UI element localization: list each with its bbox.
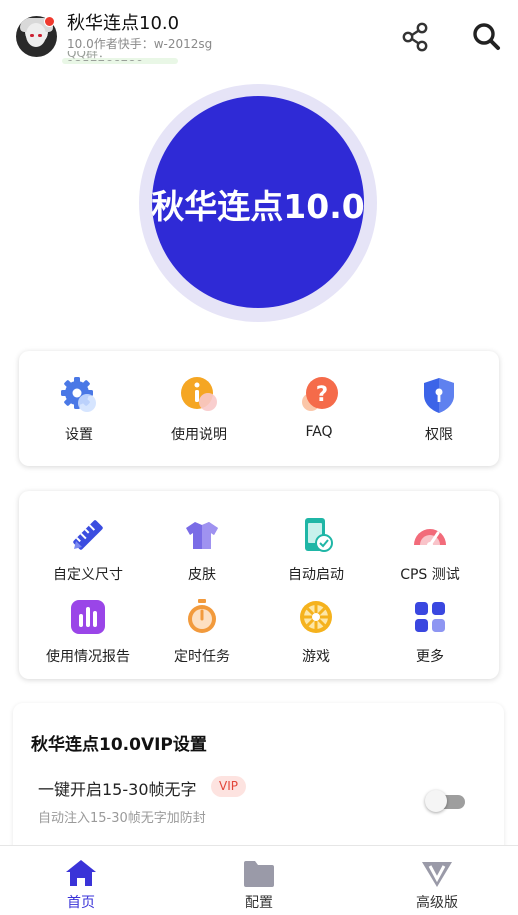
shield-icon xyxy=(424,378,454,413)
start-button-label: 秋华连点10.0 xyxy=(151,187,365,226)
search-icon xyxy=(473,23,500,50)
bar-chart-icon xyxy=(71,600,105,634)
author-info: 10.0作者快手：w-2012sg xyxy=(67,37,213,51)
stopwatch-icon xyxy=(188,599,216,633)
faq-label: FAQ xyxy=(305,424,333,440)
vip-settings-title: 秋华连点10.0VIP设置 xyxy=(31,735,207,755)
question-icon: ? xyxy=(302,377,338,411)
settings-item[interactable]: 设置 xyxy=(19,375,139,444)
vip-badge: VIP xyxy=(211,776,246,797)
more-label: 更多 xyxy=(416,649,444,665)
quick-menu-card: 设置 使用说明 ? FAQ 权限 xyxy=(19,351,499,466)
instructions-item[interactable]: 使用说明 xyxy=(139,375,259,444)
folder-icon xyxy=(244,861,274,887)
search-button[interactable] xyxy=(468,18,504,54)
skin-label: 皮肤 xyxy=(188,567,216,583)
gear-icon xyxy=(61,377,96,412)
app-screen: 秋华连点10.0 10.0作者快手：w-2012sg QQ群：125776678… xyxy=(0,0,518,915)
faq-item[interactable]: ? FAQ xyxy=(259,375,379,440)
auto-start-label: 自动启动 xyxy=(288,567,344,583)
nav-premium-label: 高级版 xyxy=(416,895,458,911)
vip-option-title: 一键开启15-30帧无字 xyxy=(38,780,197,799)
skin-item[interactable]: 皮肤 xyxy=(142,515,262,584)
phone-auto-icon xyxy=(305,518,333,552)
permissions-item[interactable]: 权限 xyxy=(379,375,499,444)
vip-option-toggle[interactable] xyxy=(425,789,469,813)
app-title: 秋华连点10.0 xyxy=(67,13,180,34)
nav-home[interactable]: 首页 xyxy=(21,858,141,912)
bottom-navigation: 首页 配置 高级版 xyxy=(0,845,518,915)
usage-report-item[interactable]: 使用情况报告 xyxy=(28,597,148,666)
scheduled-task-label: 定时任务 xyxy=(174,649,230,665)
share-icon xyxy=(402,22,428,52)
wheel-icon xyxy=(300,601,332,633)
cps-test-item[interactable]: CPS 测试 xyxy=(370,515,490,584)
more-item[interactable]: 更多 xyxy=(370,597,490,666)
ruler-icon xyxy=(73,520,103,550)
nav-config[interactable]: 配置 xyxy=(199,858,319,912)
share-button[interactable] xyxy=(398,20,432,54)
games-item[interactable]: 游戏 xyxy=(256,597,376,666)
games-label: 游戏 xyxy=(302,649,330,665)
svg-text:?: ? xyxy=(316,382,328,406)
usage-report-label: 使用情况报告 xyxy=(46,649,130,665)
info-icon xyxy=(181,377,217,411)
grid-icon xyxy=(415,602,445,632)
v-badge-icon xyxy=(422,862,452,887)
vip-option-description: 自动注入15-30帧无字加防封 xyxy=(38,811,206,826)
nav-config-label: 配置 xyxy=(245,895,273,911)
custom-size-item[interactable]: 自定义尺寸 xyxy=(28,515,148,584)
custom-size-label: 自定义尺寸 xyxy=(53,567,123,583)
permissions-label: 权限 xyxy=(425,427,453,443)
scheduled-task-item[interactable]: 定时任务 xyxy=(142,597,262,666)
shirt-icon xyxy=(186,522,218,549)
cps-test-label: CPS 测试 xyxy=(400,567,460,583)
nav-home-label: 首页 xyxy=(67,895,95,911)
tools-card: 自定义尺寸 皮肤 自动启动 CPS 测试 使用情况报告 定时任务 游戏 更多 xyxy=(19,491,499,679)
home-icon xyxy=(66,860,96,886)
nav-premium[interactable]: 高级版 xyxy=(377,858,497,912)
vip-settings-card: 秋华连点10.0VIP设置 一键开启15-30帧无字 VIP 自动注入15-30… xyxy=(13,703,504,863)
settings-label: 设置 xyxy=(65,427,93,443)
notification-dot xyxy=(44,16,55,27)
header: 秋华连点10.0 10.0作者快手：w-2012sg QQ群：125776678… xyxy=(0,0,518,70)
group-info: QQ群：1257766780 xyxy=(67,51,143,61)
auto-start-item[interactable]: 自动启动 xyxy=(256,515,376,584)
instructions-label: 使用说明 xyxy=(171,427,227,443)
speedometer-icon xyxy=(414,529,446,548)
